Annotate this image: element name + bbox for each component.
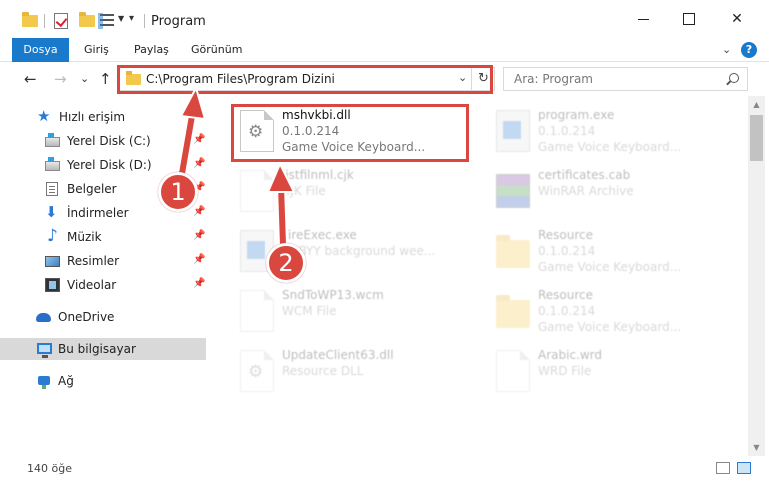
annotation-arrows <box>174 85 296 246</box>
arrow-1 <box>174 85 207 186</box>
step-2-badge: 2 <box>266 243 306 283</box>
step-1-badge: 1 <box>158 172 198 212</box>
arrow-2 <box>266 161 296 246</box>
